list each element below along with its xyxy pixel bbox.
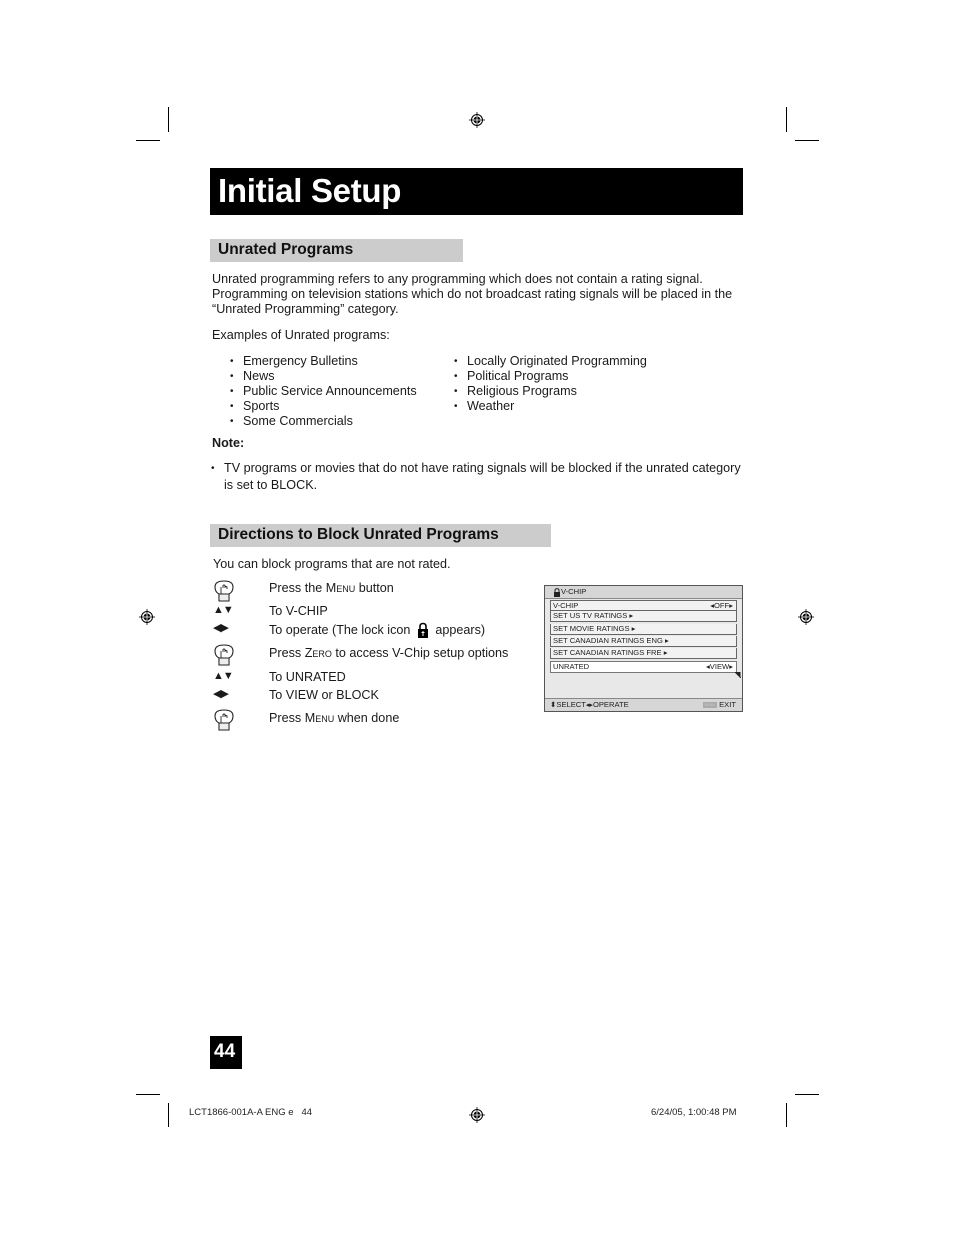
intro-line: Programming on television stations which…	[212, 287, 733, 301]
osd-row-value: ◂OFF▸	[710, 601, 733, 610]
crop-mark	[136, 140, 160, 141]
left-right-arrows-icon: ◀▶	[213, 622, 229, 634]
print-footer-right: 6/24/05, 1:00:48 PM	[651, 1107, 737, 1118]
hand-press-icon	[214, 709, 234, 731]
osd-row-unrated[interactable]: UNRATED ◂VIEW▸	[550, 661, 737, 673]
osd-footer: ⬍SELECT◂▸OPERATE MENU EXIT	[545, 698, 742, 711]
crop-mark	[795, 140, 819, 141]
list-item: Weather	[454, 399, 647, 414]
registration-mark-icon	[469, 112, 485, 128]
section-heading-directions: Directions to Block Unrated Programs	[210, 524, 551, 547]
page-title-bar: Initial Setup	[210, 168, 743, 215]
up-down-arrows-icon: ▲▼	[213, 604, 234, 616]
list-item: Political Programs	[454, 369, 647, 384]
step-text: To operate (The lock icon appears)	[269, 622, 486, 638]
intro-paragraph: Unrated programming refers to any progra…	[212, 272, 752, 317]
list-item: Locally Originated Programming	[454, 354, 647, 369]
osd-footer-select: ⬍SELECT◂▸OPERATE	[550, 700, 629, 709]
osd-footer-exit: MENU EXIT	[702, 700, 736, 709]
list-item: Sports	[230, 399, 417, 414]
intro-line: “Unrated Programming” category.	[212, 302, 399, 316]
crop-mark	[168, 1103, 169, 1127]
cursor-icon	[735, 672, 741, 678]
note-list: TV programs or movies that do not have r…	[211, 460, 751, 494]
lock-icon	[417, 622, 428, 638]
registration-mark-icon	[798, 609, 814, 625]
up-down-arrows-icon: ▲▼	[213, 670, 234, 682]
registration-mark-icon	[469, 1107, 485, 1123]
list-item: Religious Programs	[454, 384, 647, 399]
step-text: Press Menu when done	[269, 711, 400, 725]
osd-row-canadian-fre[interactable]: SET CANADIAN RATINGS FRE ▸	[550, 648, 737, 659]
step-text: Press the Menu button	[269, 581, 394, 595]
section-heading-unrated: Unrated Programs	[210, 239, 463, 262]
note-line: is set to BLOCK.	[224, 478, 318, 492]
page-number: 44	[214, 1041, 236, 1062]
directions-intro: You can block programs that are not rate…	[213, 557, 451, 571]
step-text: Press Zero to access V-Chip setup option…	[269, 646, 509, 660]
hand-press-icon	[214, 644, 234, 666]
crop-mark	[168, 107, 169, 132]
osd-row-canadian-eng[interactable]: SET CANADIAN RATINGS ENG ▸	[550, 636, 737, 647]
crop-mark	[786, 107, 787, 132]
hand-press-icon	[214, 580, 234, 602]
osd-row-vchip[interactable]: V-CHIP ◂OFF▸	[550, 600, 737, 611]
osd-header: V-CHIP	[545, 586, 742, 599]
step-text: To V-CHIP	[269, 604, 328, 618]
list-item: News	[230, 369, 417, 384]
crop-mark	[795, 1094, 819, 1095]
osd-title: V-CHIP	[561, 587, 587, 596]
left-right-arrows-icon: ◀▶	[213, 688, 229, 700]
intro-line: Unrated programming refers to any progra…	[212, 272, 703, 286]
osd-row-value: ◂VIEW▸	[705, 662, 733, 671]
vchip-osd-menu: V-CHIP V-CHIP ◂OFF▸ SET US TV RATINGS ▸ …	[544, 585, 743, 712]
list-item: Public Service Announcements	[230, 384, 417, 399]
note-item: TV programs or movies that do not have r…	[211, 460, 751, 494]
registration-mark-icon	[139, 609, 155, 625]
note-line: TV programs or movies that do not have r…	[224, 461, 741, 475]
page-number-box: 44	[210, 1036, 242, 1069]
page-title: Initial Setup	[218, 172, 402, 209]
section-heading-text: Directions to Block Unrated Programs	[218, 526, 499, 543]
osd-row-movie-ratings[interactable]: SET MOVIE RATINGS ▸	[550, 624, 737, 635]
note-label: Note:	[212, 436, 245, 450]
step-text: To VIEW or BLOCK	[269, 688, 379, 702]
examples-label: Examples of Unrated programs:	[212, 328, 390, 342]
examples-list-right: Locally Originated Programming Political…	[454, 354, 647, 414]
examples-list-left: Emergency Bulletins News Public Service …	[230, 354, 417, 429]
list-item: Emergency Bulletins	[230, 354, 417, 369]
step-text: To UNRATED	[269, 670, 346, 684]
print-footer-left: LCT1866-001A-A ENG e 44	[189, 1107, 313, 1118]
list-item: Some Commercials	[230, 414, 417, 429]
section-heading-text: Unrated Programs	[218, 241, 354, 258]
crop-mark	[136, 1094, 160, 1095]
lock-icon	[554, 588, 560, 597]
crop-mark	[786, 1103, 787, 1127]
osd-row-us-tv-ratings[interactable]: SET US TV RATINGS ▸	[550, 611, 737, 622]
